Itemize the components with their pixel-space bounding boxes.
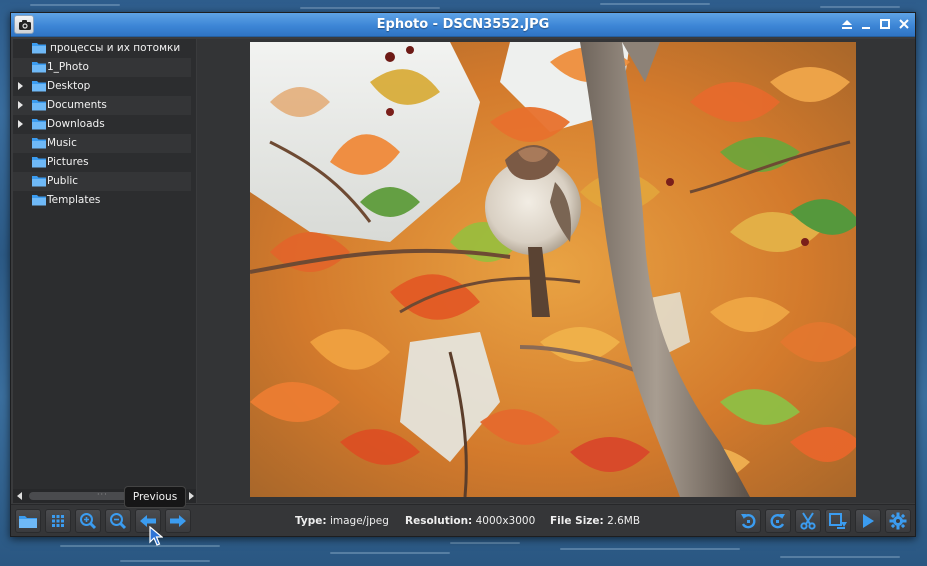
title-bar[interactable]: Ephoto - DSCN3552.JPG [11,13,915,37]
file-size-value: 2.6MB [607,515,641,527]
folder-sidebar: процессы и их потомки 1_Photo Desktop Docum… [13,39,196,503]
folder-icon [19,516,37,528]
scroll-right-icon[interactable] [189,492,194,500]
expand-arrow-icon[interactable] [18,82,23,90]
folder-icon [32,62,46,73]
gear-icon [889,512,907,530]
zoom-out-button[interactable] [105,509,131,533]
folder-tree: процессы и их потомки 1_Photo Desktop Docum… [13,39,191,210]
sidebar-item[interactable]: Templates [13,191,191,210]
play-icon [863,514,874,528]
sidebar-item-label: Documents [47,99,107,111]
zoom-in-icon [80,513,97,530]
crop-icon [829,513,847,529]
folder-icon [32,157,46,168]
sidebar-item[interactable]: Downloads [13,115,191,134]
zoom-in-button[interactable] [75,509,101,533]
tooltip-previous: Previous [124,486,186,508]
sidebar-item-label: Music [47,137,77,149]
zoom-out-icon [110,513,127,530]
sidebar-item-label: 1_Photo [47,61,89,73]
sidebar-item[interactable]: Desktop [13,77,191,96]
open-folder-button[interactable] [15,509,41,533]
info-resolution: Resolution: 4000x3000 [405,515,535,527]
sidebar-item-label: Pictures [47,156,89,168]
resolution-label: Resolution: [405,515,473,527]
grid-icon [52,515,64,527]
folder-icon [32,100,46,111]
image-viewer [197,39,915,503]
maximize-icon[interactable] [878,17,892,31]
bottom-toolbar: Type: image/jpeg Resolution: 4000x3000 F… [11,504,915,536]
sidebar-item-label: Desktop [47,80,91,92]
sidebar-item-label: процессы и их потомки [50,42,181,54]
shade-icon[interactable] [840,17,854,31]
crop-button[interactable] [825,509,851,533]
close-icon[interactable] [897,17,911,31]
info-type: Type: image/jpeg [295,515,389,527]
scroll-left-icon[interactable] [17,492,22,500]
sidebar-item[interactable]: Pictures [13,153,191,172]
mouse-cursor-icon [149,525,164,549]
rotate-left-button[interactable] [735,509,761,533]
type-label: Type: [295,515,327,527]
rotate-right-button[interactable] [765,509,791,533]
grip-icon: ··· [97,490,108,499]
expand-arrow-icon[interactable] [18,120,23,128]
folder-icon [32,119,46,130]
file-size-label: File Size: [550,515,604,527]
rotate-right-icon [770,514,785,529]
resolution-value: 4000x3000 [475,515,536,527]
minimize-icon[interactable] [859,17,873,31]
folder-icon [32,43,46,54]
photo-bird-on-branch[interactable] [250,42,856,497]
folder-icon [32,195,46,206]
folder-icon [32,176,46,187]
sidebar-item-label: Downloads [47,118,105,130]
sidebar-item-label: Public [47,175,79,187]
rotate-left-icon [741,514,756,529]
folder-icon [32,81,46,92]
sidebar-item[interactable]: Public [13,172,191,191]
info-file-size: File Size: 2.6MB [550,515,640,527]
next-button[interactable] [165,509,191,533]
arrow-right-icon [170,515,186,527]
sidebar-item[interactable]: 1_Photo [13,58,191,77]
app-window: Ephoto - DSCN3552.JPG процессы и их пото… [10,12,916,537]
type-value: image/jpeg [329,515,389,527]
sidebar-item-label: Templates [47,194,101,206]
scissors-icon [800,512,816,530]
settings-button[interactable] [885,509,911,533]
grid-view-button[interactable] [45,509,71,533]
sidebar-item[interactable]: процессы и их потомки [13,39,191,58]
slideshow-button[interactable] [855,509,881,533]
cut-button[interactable] [795,509,821,533]
sidebar-item[interactable]: Documents [13,96,191,115]
expand-arrow-icon[interactable] [18,101,23,109]
window-title: Ephoto - DSCN3552.JPG [376,17,550,32]
folder-icon [32,138,46,149]
sidebar-item[interactable]: Music [13,134,191,153]
